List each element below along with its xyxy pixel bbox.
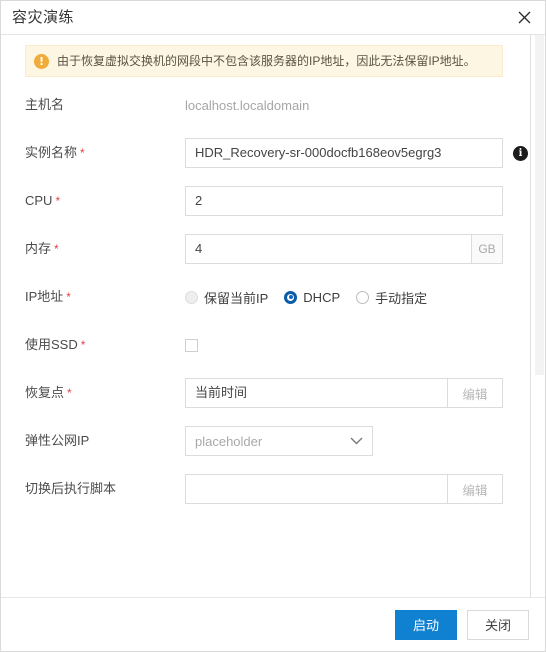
control-hostname: localhost.localdomain [185,98,521,113]
form-row-recovery-point: 恢复点 * 当前时间 编辑 [25,369,521,417]
label-instance-name-text: 实例名称 [25,145,78,160]
dialog-footer: 启动 关闭 [1,597,545,651]
cpu-input[interactable]: 2 [185,186,503,216]
required-marker: * [67,386,72,400]
control-memory: 4 GB [185,234,521,264]
drill-form: 主机名 localhost.localdomain 实例名称 * HDR_Reco… [1,81,545,513]
label-post-switch-script-text: 切换后执行脚本 [25,481,117,496]
instance-name-input[interactable]: HDR_Recovery-sr-000docfb168eov5egrg3 [185,138,503,168]
required-marker: * [66,290,71,304]
ip-address-radio-group: 保留当前IP DHCP 手动指定 [185,288,443,307]
label-elastic-ip-text: 弹性公网IP [25,433,90,448]
radio-icon [356,290,370,304]
form-row-instance-name: 实例名称 * HDR_Recovery-sr-000docfb168eov5egr… [25,129,528,177]
elastic-ip-select[interactable]: placeholder [185,426,373,456]
start-button[interactable]: 启动 [395,609,457,640]
form-row-use-ssd: 使用SSD * [25,321,521,369]
dialog-body: ! 由于恢复虚拟交换机的网段中不包含该服务器的IP地址，因此无法保留IP地址。 … [1,35,545,597]
control-cpu: 2 [185,186,521,216]
memory-input[interactable]: 4 [185,234,471,264]
warning-banner-text: 由于恢复虚拟交换机的网段中不包含该服务器的IP地址，因此无法保留IP地址。 [57,54,476,68]
label-recovery-point: 恢复点 * [25,384,185,402]
radio-icon-selected [284,290,298,304]
control-ip-address: 保留当前IP DHCP 手动指定 [185,288,521,307]
label-cpu-text: CPU [25,193,53,208]
radio-option-manual[interactable]: 手动指定 [356,288,427,307]
form-row-ip-address: IP地址 * 保留当前IP DHCP 手动指定 [25,273,521,321]
label-ip-address-text: IP地址 [25,289,64,304]
disaster-recovery-drill-dialog: 容灾演练 ! 由于恢复虚拟交换机的网段中不包含该服务器的IP地址，因此无法保留I… [0,0,546,652]
required-marker: * [80,338,86,352]
radio-label: 手动指定 [375,290,428,306]
post-switch-script-edit-button[interactable]: 编辑 [447,474,503,504]
scrollbar-thumb[interactable] [535,35,544,375]
label-memory-text: 内存 [25,241,52,256]
control-use-ssd [185,338,521,352]
required-marker: * [55,194,61,208]
label-elastic-ip: 弹性公网IP [25,432,185,450]
label-hostname: 主机名 [25,96,185,114]
label-use-ssd: 使用SSD * [25,336,185,354]
label-ip-address: IP地址 * [25,288,185,306]
control-post-switch-script: 编辑 [185,474,521,504]
dialog-header: 容灾演练 [1,1,545,35]
label-memory: 内存 * [25,240,185,258]
radio-label: 保留当前IP [204,290,269,306]
page-title: 容灾演练 [12,9,75,26]
radio-label: DHCP [303,289,341,305]
form-row-memory: 内存 * 4 GB [25,225,521,273]
warning-icon: ! [34,54,49,69]
radio-icon [185,290,198,304]
use-ssd-checkbox[interactable] [185,338,198,352]
form-row-post-switch-script: 切换后执行脚本 编辑 [25,465,521,513]
vertical-scrollbar[interactable] [530,35,545,597]
chevron-down-icon [350,437,363,445]
post-switch-script-input[interactable] [185,474,447,504]
required-marker: * [54,242,59,256]
control-elastic-ip: placeholder [185,426,521,456]
warning-banner: ! 由于恢复虚拟交换机的网段中不包含该服务器的IP地址，因此无法保留IP地址。 [25,45,503,77]
label-post-switch-script: 切换后执行脚本 [25,480,185,498]
control-recovery-point: 当前时间 编辑 [185,378,521,408]
close-icon[interactable] [513,7,535,29]
hostname-value: localhost.localdomain [185,97,310,113]
required-marker: * [80,146,85,160]
form-row-elastic-ip: 弹性公网IP placeholder [25,417,521,465]
label-instance-name: 实例名称 * [25,144,185,162]
elastic-ip-selected-value: placeholder [195,433,263,449]
info-icon[interactable]: i [513,145,528,161]
recovery-point-edit-button[interactable]: 编辑 [447,378,503,408]
label-recovery-point-text: 恢复点 [25,385,65,400]
label-cpu: CPU * [25,192,185,210]
label-use-ssd-text: 使用SSD [25,337,78,352]
control-instance-name: HDR_Recovery-sr-000docfb168eov5egrg3 i [185,138,528,168]
close-button[interactable]: 关闭 [467,609,529,640]
recovery-point-input[interactable]: 当前时间 [185,378,447,408]
radio-option-keep-current-ip[interactable]: 保留当前IP [185,288,268,307]
form-row-cpu: CPU * 2 [25,177,521,225]
radio-option-dhcp[interactable]: DHCP [284,290,340,305]
memory-unit-addon: GB [471,234,503,264]
label-hostname-text: 主机名 [25,97,65,112]
form-row-hostname: 主机名 localhost.localdomain [25,81,521,129]
